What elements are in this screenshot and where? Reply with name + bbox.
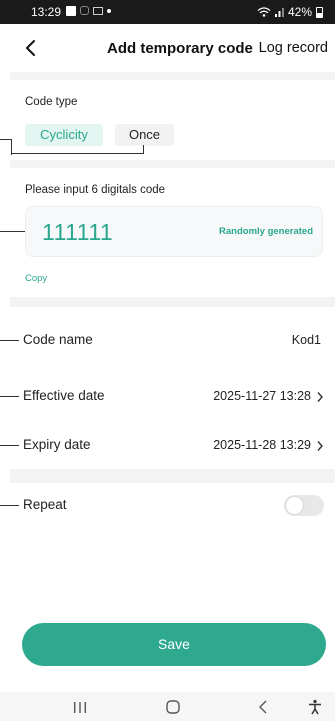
battery-percent: 42%: [287, 5, 312, 19]
code-value[interactable]: 111111: [42, 219, 113, 246]
repeat-row: Repeat: [0, 486, 335, 526]
code-name-label: Code name: [23, 332, 93, 347]
code-input-label: Please input 6 digitals code: [25, 184, 166, 196]
top-bar: Add temporary code Log record: [0, 24, 335, 72]
annotation-bracket-bottom: [11, 153, 143, 154]
annotation-line: [0, 396, 19, 397]
separator: [10, 160, 335, 168]
separator: [10, 297, 335, 307]
toggle-knob: [286, 497, 303, 514]
effective-date-row[interactable]: Effective date 2025-11-27 13:28: [0, 377, 335, 417]
effective-date-label: Effective date: [23, 388, 105, 403]
annotation-line: [0, 340, 19, 341]
gallery-icon: [66, 6, 76, 16]
code-name-value: Kod1: [291, 333, 321, 347]
save-button[interactable]: Save: [22, 623, 326, 666]
randomly-generated-button[interactable]: Randomly generated: [219, 226, 313, 237]
code-input-box[interactable]: 111111 Randomly generated: [25, 206, 323, 257]
status-right: 42%: [257, 5, 323, 19]
back-arrow-icon[interactable]: [22, 38, 40, 58]
status-time: 13:29: [31, 5, 62, 19]
annotation-bracket-right: [143, 145, 144, 154]
repeat-toggle[interactable]: [284, 495, 324, 516]
home-icon[interactable]: [163, 698, 183, 716]
expiry-date-label: Expiry date: [23, 437, 91, 452]
notification-icons: [66, 6, 111, 16]
log-record-button[interactable]: Log record: [259, 40, 328, 56]
annotation-line: [0, 445, 19, 446]
annotation-line-code: [0, 231, 25, 232]
notification-dot-icon: [107, 9, 111, 13]
instagram-icon: [80, 6, 89, 15]
page-title: Add temporary code: [107, 40, 253, 57]
code-type-label: Code type: [25, 96, 78, 108]
expiry-date-row[interactable]: Expiry date 2025-11-28 13:29: [0, 426, 335, 466]
annotation-line: [0, 505, 19, 506]
code-name-row[interactable]: Code name Kod1: [0, 321, 335, 361]
status-bar: 13:29 42%: [0, 0, 335, 24]
chevron-right-icon: [317, 392, 323, 402]
code-type-option-cyclicity[interactable]: Cyclicity: [25, 124, 103, 146]
copy-button[interactable]: Copy: [25, 273, 47, 284]
separator: [10, 72, 335, 80]
accessibility-icon[interactable]: [305, 698, 325, 716]
wifi-icon: [257, 7, 271, 17]
repeat-label: Repeat: [23, 497, 67, 512]
mail-icon: [93, 7, 103, 15]
system-nav-bar: [0, 692, 335, 721]
nav-back-icon[interactable]: [254, 698, 274, 716]
code-type-option-once[interactable]: Once: [115, 124, 174, 146]
expiry-date-value: 2025-11-28 13:29: [213, 438, 311, 452]
recent-apps-icon[interactable]: [70, 698, 90, 716]
separator: [10, 469, 335, 483]
signal-icon: [274, 8, 284, 17]
chevron-right-icon: [317, 441, 323, 451]
effective-date-value: 2025-11-27 13:28: [213, 389, 311, 403]
battery-icon: [316, 6, 323, 18]
